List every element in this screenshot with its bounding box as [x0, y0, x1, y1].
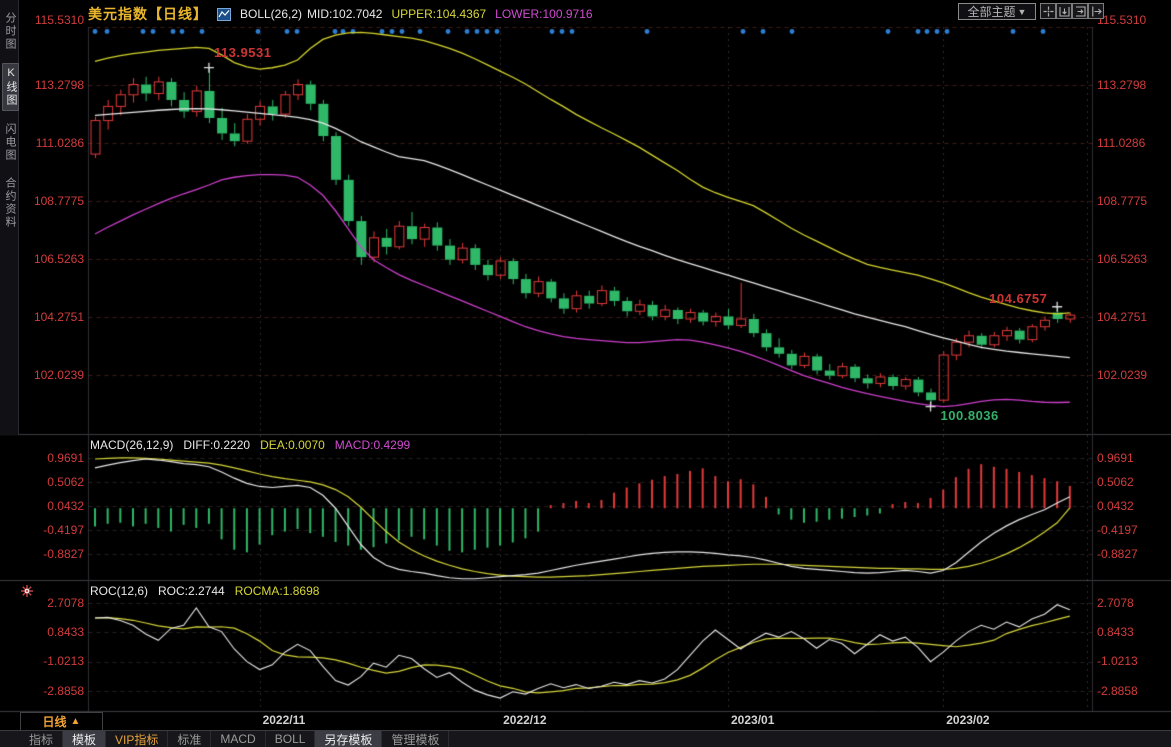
y-axis-label: -0.4197 — [18, 523, 84, 538]
y-axis-label: 106.5263 — [18, 252, 84, 267]
triangle-up-icon: ▲ — [71, 716, 81, 727]
y-axis-label: -0.4197 — [1097, 523, 1138, 538]
y-axis-label: 111.0286 — [18, 136, 84, 151]
y-axis-label: 106.5263 — [1097, 252, 1147, 267]
sidebar-item-K线图[interactable]: K线图 — [2, 63, 19, 111]
y-axis-label: 108.7775 — [18, 194, 84, 209]
sidebar-item-合约资料[interactable]: 合约资料 — [2, 174, 17, 232]
tab-BOLL[interactable]: BOLL — [266, 731, 316, 747]
tab-模板[interactable]: 模板 — [63, 731, 106, 747]
y-axis-label: 0.8433 — [1097, 625, 1134, 640]
pane-expand-right-icon[interactable] — [1072, 3, 1088, 19]
boll-lower-value: LOWER:100.9716 — [495, 7, 592, 21]
y-axis-label: 2.7078 — [18, 596, 84, 611]
rocma-value: ROCMA:1.8698 — [235, 584, 320, 598]
collapse-panel-icon[interactable] — [1088, 3, 1104, 19]
boll-mid-value: MID:102.7042 — [307, 7, 382, 21]
y-axis-label: 102.0239 — [18, 368, 84, 383]
roc-header: ROC(12,6) ROC:2.2744 ROCMA:1.8698 — [90, 584, 319, 598]
symbol-title: 美元指数【日线】 — [88, 4, 208, 24]
tab-指标[interactable]: 指标 — [20, 731, 63, 747]
period-selector[interactable]: 日线 ▲ — [20, 712, 103, 731]
macd-header: MACD(26,12,9) DIFF:0.2220 DEA:0.0070 MAC… — [90, 438, 410, 452]
y-axis-label: -1.0213 — [1097, 654, 1138, 669]
tab-另存模板[interactable]: 另存模板 — [315, 731, 382, 747]
y-axis-label: 104.2751 — [18, 310, 84, 325]
pane-expand-down-icon[interactable] — [1056, 3, 1072, 19]
y-axis-label: 0.0432 — [18, 499, 84, 514]
indicator-tabbar: 指标模板VIP指标标准MACDBOLL另存模板管理模板 — [0, 730, 1171, 747]
y-axis-label: -0.8827 — [1097, 547, 1138, 562]
y-axis-label: 115.5310 — [1097, 13, 1146, 28]
y-axis-label: -0.8827 — [18, 547, 84, 562]
period-label: 日线 — [43, 713, 67, 730]
recent-high-annotation: 104.6757 — [989, 291, 1047, 306]
macd-name: MACD(26,12,9) — [90, 438, 173, 452]
y-axis-label: -1.0213 — [18, 654, 84, 669]
boll-chart-icon — [217, 8, 231, 21]
high-price-annotation: 113.9531 — [214, 45, 272, 60]
tab-标准[interactable]: 标准 — [168, 731, 211, 747]
tab-MACD[interactable]: MACD — [211, 731, 265, 747]
tab-VIP指标[interactable]: VIP指标 — [106, 731, 168, 747]
y-axis-label: 2.7078 — [1097, 596, 1134, 611]
date-label-2023/01: 2023/01 — [731, 713, 774, 727]
y-axis-label: 115.5310 — [18, 13, 84, 28]
y-axis-label: 111.0286 — [1097, 136, 1145, 151]
sidebar-item-闪电图[interactable]: 闪电图 — [2, 120, 17, 165]
date-label-2022/11: 2022/11 — [263, 713, 306, 727]
y-axis-label: 108.7775 — [1097, 194, 1147, 209]
y-axis-label: -2.8858 — [1097, 684, 1138, 699]
y-axis-label: 104.2751 — [1097, 310, 1147, 325]
chart-app: 分时图 K线图闪电图合约资料 美元指数【日线】 BOLL(26,2) MID:10… — [0, 0, 1171, 747]
y-axis-label: -2.8858 — [18, 684, 84, 699]
chart-header: 美元指数【日线】 BOLL(26,2) MID:102.7042 UPPER:1… — [88, 4, 593, 24]
theme-dropdown-label: 全部主题 — [968, 5, 1016, 19]
macd-macd-value: MACD:0.4299 — [335, 438, 410, 452]
boll-upper-value: UPPER:104.4367 — [391, 7, 486, 21]
y-axis-label: 0.5062 — [1097, 475, 1134, 490]
y-axis-label: 0.5062 — [18, 475, 84, 490]
sidebar-item-分时图[interactable]: 分时图 — [2, 9, 17, 54]
date-label-2023/02: 2023/02 — [946, 713, 989, 727]
theme-dropdown[interactable]: 全部主题 ▼ — [958, 3, 1036, 20]
y-axis-label: 0.9691 — [1097, 451, 1134, 466]
tab-管理模板[interactable]: 管理模板 — [382, 731, 449, 747]
sidebar: 分时图 K线图闪电图合约资料 — [0, 0, 19, 435]
crosshair-icon[interactable] — [1040, 3, 1056, 19]
y-axis-label: 102.0239 — [1097, 368, 1147, 383]
y-axis-label: 113.2798 — [1097, 78, 1146, 93]
y-axis-label: 0.9691 — [18, 451, 84, 466]
y-axis-label: 0.8433 — [18, 625, 84, 640]
date-label-2022/12: 2022/12 — [503, 713, 546, 727]
boll-indicator-label: BOLL(26,2) — [240, 7, 302, 21]
chevron-down-icon: ▼ — [1018, 5, 1027, 19]
y-axis-label: 0.0432 — [1097, 499, 1134, 514]
low-price-annotation: 100.8036 — [941, 408, 999, 423]
macd-diff-value: DIFF:0.2220 — [183, 438, 250, 452]
macd-dea-value: DEA:0.0070 — [260, 438, 325, 452]
roc-name: ROC(12,6) — [90, 584, 148, 598]
y-axis-label: 113.2798 — [18, 78, 84, 93]
price-chart-canvas[interactable] — [0, 0, 1171, 747]
indicator-settings-icon[interactable] — [21, 584, 33, 596]
roc-value: ROC:2.2744 — [158, 584, 225, 598]
